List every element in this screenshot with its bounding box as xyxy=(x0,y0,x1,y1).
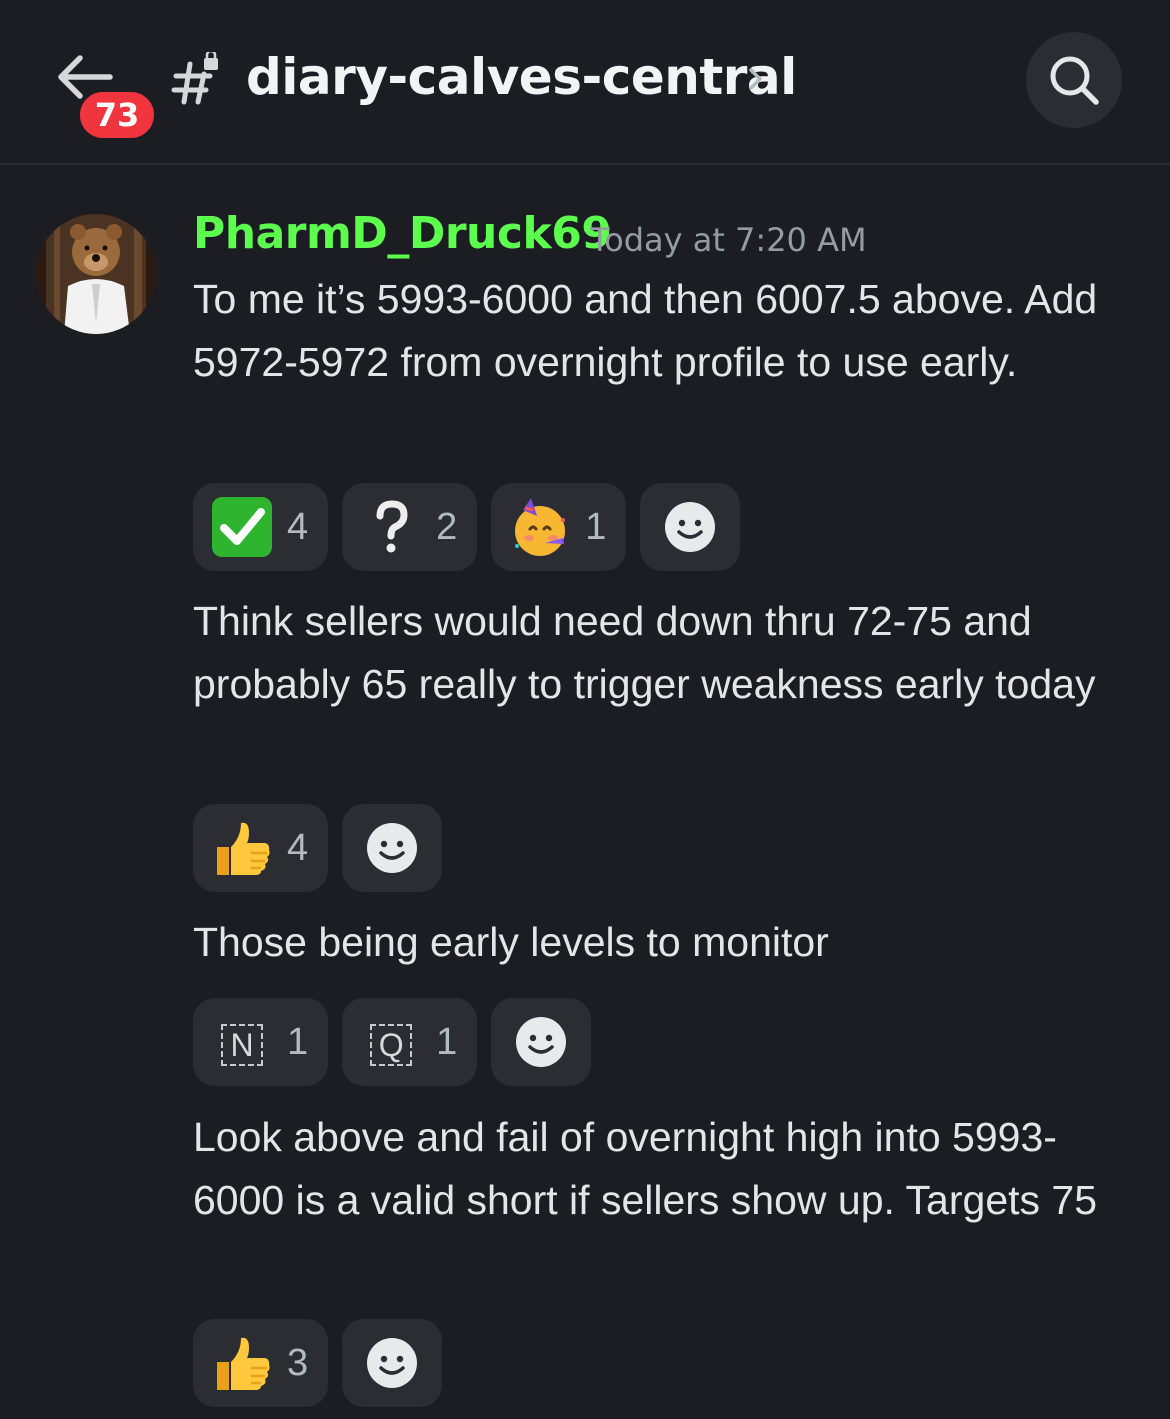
letter-q-glyph: Q xyxy=(370,1024,413,1066)
reaction-thumbs-up[interactable]: 4 xyxy=(193,804,329,892)
smiley-icon xyxy=(516,1017,567,1067)
question-mark-icon xyxy=(360,496,422,558)
unread-badge: 73 xyxy=(76,88,158,142)
author-name[interactable]: PharmD_Druck69 xyxy=(193,208,612,259)
reaction-letter-n[interactable]: N 1 xyxy=(193,998,329,1086)
reaction-bar: N 1 Q 1 xyxy=(193,998,592,1086)
thumbs-up-icon xyxy=(211,817,273,879)
message-text: Think sellers would need down thru 72-75… xyxy=(193,598,1096,707)
smiley-icon xyxy=(367,1338,418,1388)
message-text: Look above and fail of overnight high in… xyxy=(193,1114,1098,1223)
search-button[interactable] xyxy=(1026,32,1122,128)
smiley-icon xyxy=(665,502,716,552)
add-reaction-button[interactable] xyxy=(491,998,592,1086)
bear-avatar-icon xyxy=(36,214,156,334)
reaction-count: 4 xyxy=(287,505,309,548)
reaction-count: 2 xyxy=(436,505,458,548)
message-text: Those being early levels to monitor xyxy=(193,919,829,965)
check-mark-icon xyxy=(211,496,273,558)
letter-n-glyph: N xyxy=(221,1024,263,1066)
partying-face-icon xyxy=(509,496,571,558)
reaction-count: 1 xyxy=(436,1020,458,1063)
reaction-thumbs-up[interactable]: 3 xyxy=(193,1319,329,1407)
reaction-party[interactable]: 1 xyxy=(491,483,627,571)
search-icon xyxy=(1050,56,1099,105)
avatar[interactable] xyxy=(36,214,156,334)
reaction-bar: 4 2 1 xyxy=(193,483,741,571)
smiley-icon xyxy=(367,823,418,873)
letter-n-icon: N xyxy=(211,1011,273,1073)
reaction-question[interactable]: 2 xyxy=(342,483,478,571)
thumbs-up-icon xyxy=(211,1332,273,1394)
add-reaction-button[interactable] xyxy=(342,1319,443,1407)
channel-name[interactable]: diary-calves-central xyxy=(246,48,797,106)
reaction-letter-q[interactable]: Q 1 xyxy=(342,998,478,1086)
chevron-right-icon[interactable] xyxy=(746,62,766,96)
reaction-count: 4 xyxy=(287,826,309,869)
message-text: To me it’s 5993-6000 and then 6007.5 abo… xyxy=(193,276,1098,385)
locked-channel-icon xyxy=(170,49,222,108)
letter-q-icon: Q xyxy=(360,1011,422,1073)
channel-header: 73 diary-calves-central xyxy=(0,0,1170,165)
reaction-count: 1 xyxy=(585,505,607,548)
add-reaction-button[interactable] xyxy=(342,804,443,892)
reaction-count: 3 xyxy=(287,1341,309,1384)
add-reaction-button[interactable] xyxy=(640,483,741,571)
reaction-bar: 4 xyxy=(193,804,443,892)
reaction-count: 1 xyxy=(287,1020,309,1063)
message-timestamp: Today at 7:20 AM xyxy=(590,221,867,259)
reaction-bar: 3 xyxy=(193,1319,443,1407)
reaction-check[interactable]: 4 xyxy=(193,483,329,571)
